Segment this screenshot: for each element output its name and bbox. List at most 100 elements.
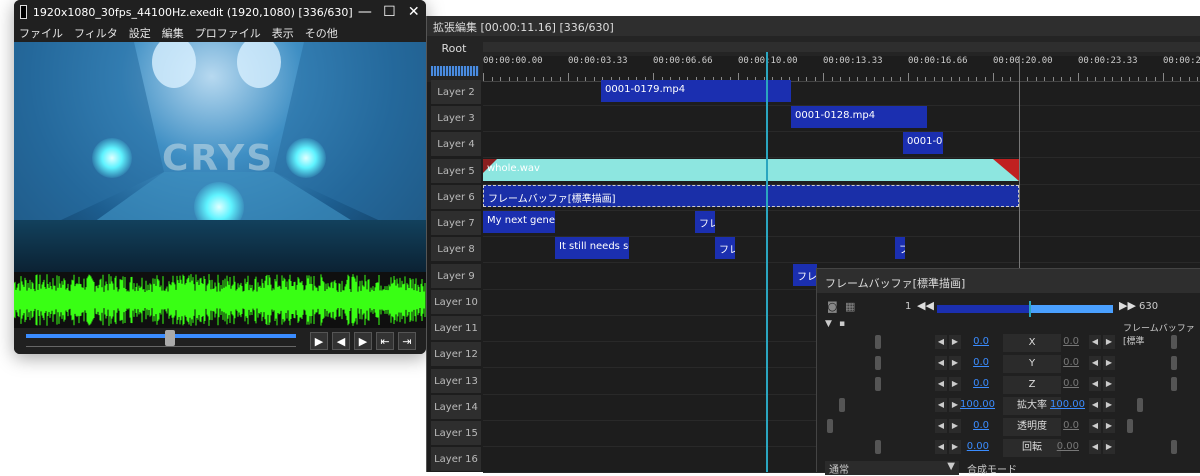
decrement-button[interactable]: ◀: [1089, 398, 1101, 412]
menu-profile[interactable]: プロファイル: [195, 25, 261, 41]
value-left[interactable]: 0.0: [959, 420, 989, 431]
framebuffer-clip[interactable]: フ: [895, 237, 905, 259]
increment-button[interactable]: ▶: [1103, 440, 1115, 454]
value-left[interactable]: 0.0: [959, 378, 989, 389]
lock-icon[interactable]: ▪: [839, 319, 845, 329]
audio-clip[interactable]: whole.wav: [483, 159, 1019, 181]
decrement-button[interactable]: ◀: [935, 419, 947, 433]
seek-thumb[interactable]: [164, 330, 175, 346]
param-slider[interactable]: [875, 335, 881, 349]
increment-button[interactable]: ▶: [1103, 377, 1115, 391]
zoom-slider[interactable]: [431, 66, 479, 76]
root-button[interactable]: Root: [433, 42, 475, 58]
layer-row[interactable]: It still needs sor フレ フ: [483, 237, 1200, 263]
frame-slider[interactable]: [937, 301, 1113, 317]
layer-header[interactable]: Layer 8: [431, 237, 481, 261]
param-slider[interactable]: [839, 398, 845, 412]
framebuffer-clip[interactable]: フレームバッファ[標準描画]: [483, 185, 1019, 207]
menu-settings[interactable]: 設定: [129, 25, 151, 41]
layer-header[interactable]: Layer 14: [431, 395, 481, 419]
increment-button[interactable]: ▶: [1103, 398, 1115, 412]
value-left[interactable]: 100.00: [959, 399, 995, 410]
value-left[interactable]: 0.00: [959, 441, 989, 452]
menu-other[interactable]: その他: [305, 25, 338, 41]
decrement-button[interactable]: ◀: [1089, 440, 1101, 454]
layer-header[interactable]: Layer 3: [431, 106, 481, 130]
collapse-icon[interactable]: ▼: [825, 319, 832, 329]
increment-button[interactable]: ▶: [1103, 356, 1115, 370]
menu-view[interactable]: 表示: [272, 25, 294, 41]
framebuffer-clip[interactable]: フレ: [715, 237, 735, 259]
param-slider[interactable]: [1137, 398, 1143, 412]
decrement-button[interactable]: ◀: [1089, 419, 1101, 433]
param-slider[interactable]: [1171, 356, 1177, 370]
go-start-button[interactable]: ⇤: [376, 332, 394, 350]
param-slider[interactable]: [875, 377, 881, 391]
frame-forward-button[interactable]: ▶▶: [1119, 299, 1136, 312]
decrement-button[interactable]: ◀: [1089, 335, 1101, 349]
value-right[interactable]: 100.00: [1049, 399, 1085, 410]
layer-header[interactable]: Layer 11: [431, 316, 481, 340]
layer-header[interactable]: Layer 16: [431, 447, 481, 471]
layer-row[interactable]: 0001-0179.mp4: [483, 80, 1200, 106]
value-right[interactable]: 0.00: [1049, 441, 1079, 452]
value-right[interactable]: 0.0: [1049, 336, 1079, 347]
layer-header[interactable]: Layer 7: [431, 211, 481, 235]
layer-row[interactable]: whole.wav: [483, 159, 1200, 185]
framebuffer-clip[interactable]: フレ: [695, 211, 715, 233]
layer-header[interactable]: Layer 9: [431, 264, 481, 288]
prev-frame-button[interactable]: ◀: [332, 332, 350, 350]
value-right[interactable]: 0.0: [1049, 420, 1079, 431]
video-clip[interactable]: 0001-0179.mp4: [601, 80, 791, 102]
playhead-cursor[interactable]: [766, 52, 768, 472]
text-clip[interactable]: My next genera: [483, 211, 555, 233]
go-end-button[interactable]: ⇥: [398, 332, 416, 350]
decrement-button[interactable]: ◀: [935, 377, 947, 391]
video-clip[interactable]: 0001-00: [903, 132, 943, 154]
decrement-button[interactable]: ◀: [935, 356, 947, 370]
framebuffer-clip[interactable]: フレ: [793, 264, 817, 286]
minimize-button[interactable]: —: [353, 0, 377, 24]
layer-row[interactable]: 0001-0128.mp4: [483, 106, 1200, 132]
horizontal-scrollbar[interactable]: [483, 42, 1200, 52]
menu-filter[interactable]: フィルタ: [74, 25, 118, 41]
layer-row[interactable]: My next genera フレ: [483, 211, 1200, 237]
layer-header[interactable]: Layer 5: [431, 159, 481, 183]
layer-header[interactable]: Layer 2: [431, 80, 481, 104]
param-slider[interactable]: [1171, 377, 1177, 391]
param-slider[interactable]: [827, 419, 833, 433]
decrement-button[interactable]: ◀: [1089, 377, 1101, 391]
menu-file[interactable]: ファイル: [19, 25, 63, 41]
layer-header[interactable]: Layer 6: [431, 185, 481, 209]
decrement-button[interactable]: ◀: [935, 335, 947, 349]
video-clip[interactable]: 0001-0128.mp4: [791, 106, 927, 128]
increment-button[interactable]: ▶: [1103, 419, 1115, 433]
decrement-button[interactable]: ◀: [935, 440, 947, 454]
seek-bar[interactable]: [26, 334, 296, 338]
menu-edit[interactable]: 編集: [162, 25, 184, 41]
frame-back-button[interactable]: ◀◀: [917, 299, 934, 312]
text-clip[interactable]: It still needs sor: [555, 237, 629, 259]
close-button[interactable]: ✕: [402, 0, 426, 24]
layer-header[interactable]: Layer 10: [431, 290, 481, 314]
layer-header[interactable]: Layer 13: [431, 369, 481, 393]
value-left[interactable]: 0.0: [959, 357, 989, 368]
layer-row[interactable]: 0001-00: [483, 132, 1200, 158]
param-slider[interactable]: [875, 440, 881, 454]
decrement-button[interactable]: ◀: [935, 398, 947, 412]
blend-mode-select[interactable]: 通常 ▼: [825, 461, 959, 476]
param-slider[interactable]: [1171, 440, 1177, 454]
next-frame-button[interactable]: ▶: [354, 332, 372, 350]
value-right[interactable]: 0.0: [1049, 357, 1079, 368]
layer-header[interactable]: Layer 12: [431, 342, 481, 366]
layer-row[interactable]: フレームバッファ[標準描画]: [483, 185, 1200, 211]
param-slider[interactable]: [1127, 419, 1133, 433]
camera-icon[interactable]: ◙: [827, 300, 838, 313]
layer-header[interactable]: Layer 15: [431, 421, 481, 445]
grid-icon[interactable]: ▦: [845, 300, 855, 313]
time-ruler[interactable]: 00:00:00.00 00:00:03.33 00:00:06.66 00:0…: [483, 56, 1200, 82]
video-preview[interactable]: CRYS: [14, 42, 426, 272]
param-slider[interactable]: [875, 356, 881, 370]
value-left[interactable]: 0.0: [959, 336, 989, 347]
value-right[interactable]: 0.0: [1049, 378, 1079, 389]
